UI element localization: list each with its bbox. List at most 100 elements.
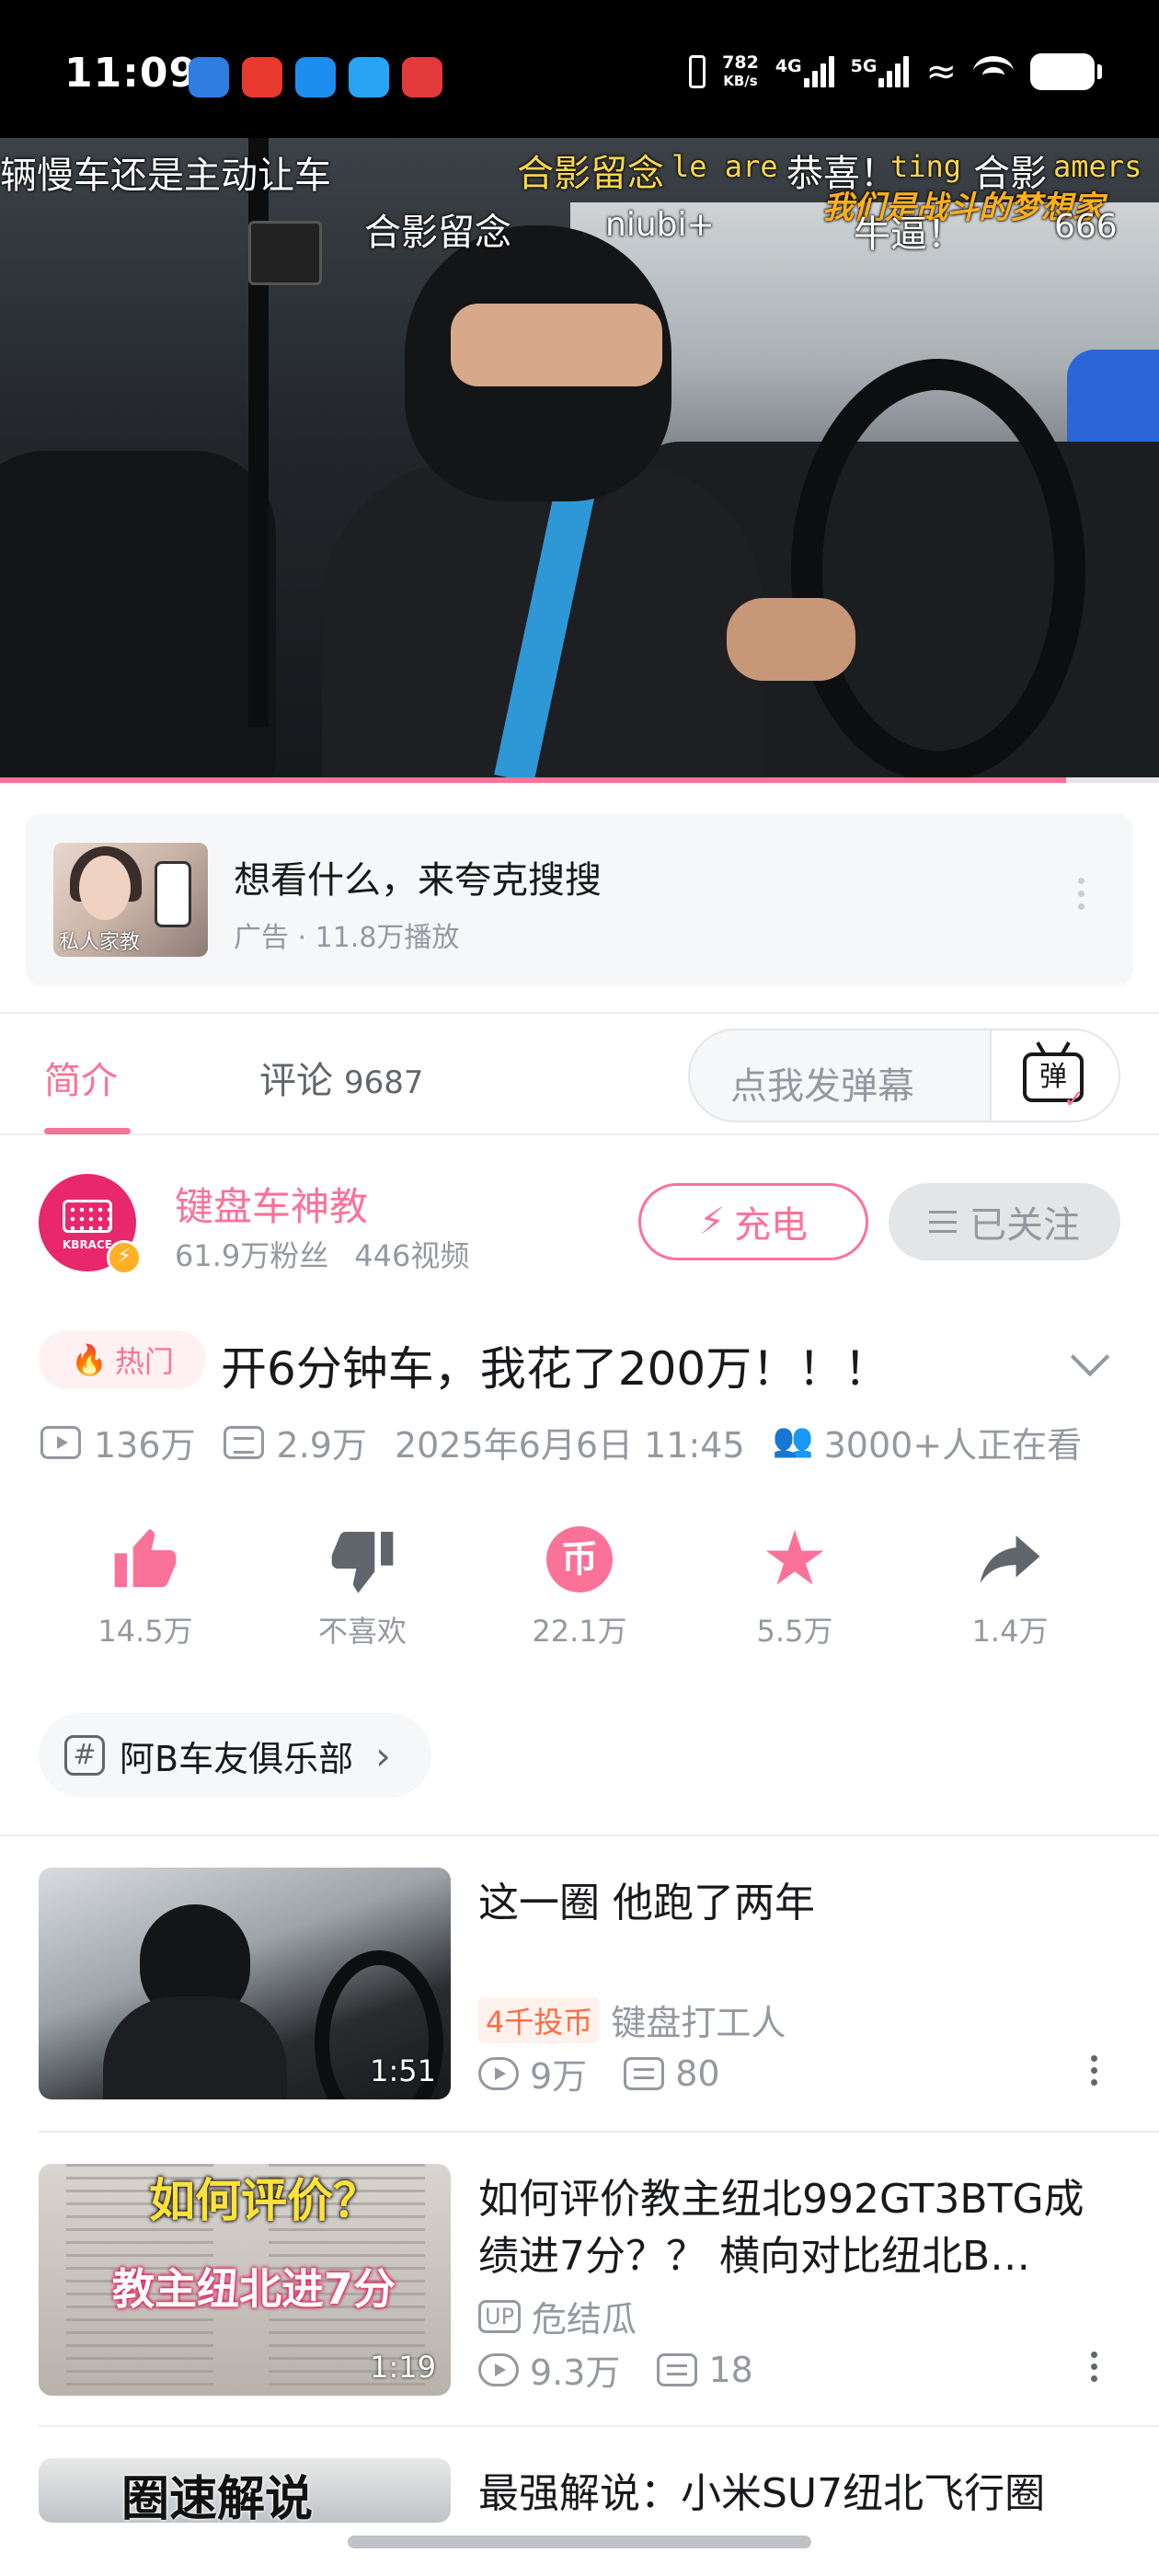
related-video-title: 如何评价教主纽北992GT3BTG成绩进7分？？ 横向对比纽北B… — [478, 2176, 1084, 2280]
danmaku-input[interactable]: 点我发弹幕 弹 ✓ — [688, 1029, 1120, 1122]
topic-tag[interactable]: # 阿B车友俱乐部 › — [39, 1713, 431, 1798]
up-badge: UP — [478, 2299, 522, 2333]
video-scene — [451, 304, 662, 386]
chevron-down-icon[interactable] — [1070, 1337, 1110, 1377]
share-icon — [927, 1518, 1093, 1601]
thumbnail-text: 如何评价？ — [149, 2174, 379, 2227]
signal-bars-icon — [803, 56, 834, 87]
app-notification-icon — [402, 57, 442, 98]
watching-count: 3000+人正在看 — [823, 1425, 1083, 1466]
uploader-videos: 446视频 — [354, 1238, 470, 1273]
danmaku-comment: 牛逼！ — [854, 213, 964, 256]
thumbnail-text: 圈速解说 — [121, 2472, 314, 2523]
home-indicator[interactable] — [348, 2536, 811, 2548]
related-video-meta: 9万 80 — [478, 2048, 720, 2099]
section-divider — [0, 1834, 1159, 1836]
video-scene — [0, 451, 276, 782]
more-options-icon[interactable] — [1091, 2352, 1098, 2382]
charge-button[interactable]: ⚡ 充电 — [638, 1183, 868, 1260]
related-video-thumbnail: 圈速解说 — [39, 2458, 451, 2523]
charge-button-label: 充电 — [734, 1204, 809, 1247]
thumbnail-text: 教主纽北进7分 — [112, 2264, 396, 2314]
vibrate-icon — [689, 55, 706, 88]
ad-card[interactable]: 私人家教 想看什么，来夸克搜搜 广告 · 11.8万播放 — [26, 813, 1133, 986]
more-options-icon[interactable] — [1078, 878, 1085, 910]
uploader-name[interactable]: 键盘车神教 — [175, 1176, 368, 1232]
video-duration: 1:19 — [370, 2350, 436, 2385]
ad-title: 想看什么，来夸克搜搜 — [234, 859, 602, 902]
lightning-badge-icon: ⚡ — [107, 1240, 142, 1275]
tab-comments-label: 评论 — [259, 1060, 333, 1102]
ad-thumbnail-art — [79, 856, 131, 920]
network-type-label: 5G — [850, 56, 878, 76]
follow-button-label: 已关注 — [970, 1204, 1080, 1247]
danmaku-count-icon — [657, 2352, 698, 2386]
topic-tag-label: 阿B车友俱乐部 — [120, 1738, 354, 1779]
check-icon: ✓ — [1063, 1084, 1085, 1114]
view-count: 136万 — [94, 1425, 196, 1466]
video-progress-fill — [0, 777, 1067, 783]
thumbnail-art — [103, 1996, 287, 2099]
tab-active-indicator — [44, 1128, 131, 1134]
video-progress-bar[interactable] — [0, 777, 1159, 783]
ad-thumbnail-art — [155, 861, 191, 927]
dislike-label: 不喜欢 — [317, 1614, 407, 1649]
uploader-name: 危结瓜 — [532, 2299, 637, 2340]
play-count-icon — [478, 2352, 519, 2386]
dislike-button[interactable]: 不喜欢 — [280, 1518, 445, 1650]
network-speed-value: 782 — [722, 52, 759, 73]
video-scene — [727, 598, 855, 681]
tab-bar: 简介 评论 9687 点我发弹幕 弹 ✓ — [0, 1012, 1159, 1135]
related-video-item[interactable]: 圈速解说 最强解说：小米SU7纽北飞行圈 — [0, 2458, 1159, 2523]
signal-4g: 4G — [775, 56, 834, 87]
tab-comments[interactable]: 评论 9687 — [259, 1051, 424, 1104]
network-speed-unit: KB/s — [723, 73, 758, 89]
signal-5g: 5G — [851, 56, 910, 87]
danmaku-comment: amers — [1053, 149, 1142, 184]
related-video-thumbnail: 如何评价？ 教主纽北进7分 1:19 — [39, 2164, 451, 2396]
danmaku-comment: ting — [890, 149, 962, 184]
coin-badge: 4千投币 — [478, 1996, 601, 2043]
notification-icons — [189, 57, 442, 98]
tab-intro[interactable]: 简介 — [44, 1051, 118, 1104]
lightning-icon: ⚡ — [698, 1201, 726, 1243]
people-icon: 👥 — [772, 1420, 814, 1459]
video-scene — [248, 221, 322, 285]
uploader-avatar[interactable]: KBRACE ⚡ — [39, 1174, 142, 1275]
play-count-icon — [40, 1425, 81, 1459]
ad-thumbnail: 私人家教 — [53, 843, 208, 957]
video-meta: 136万 2.9万 2025年6月6日 11:45 👥 3000+人正在看 — [40, 1417, 1082, 1467]
follow-button[interactable]: 已关注 — [889, 1183, 1120, 1260]
related-video-title: 最强解说：小米SU7纽北飞行圈 — [478, 2470, 1046, 2517]
hot-badge[interactable]: 🔥 热门 — [39, 1330, 206, 1389]
danmaku-toggle-button[interactable]: 弹 ✓ — [990, 1030, 1119, 1121]
related-video-item[interactable]: 如何评价？ 教主纽北进7分 1:19 如何评价教主纽北992GT3BTG成绩进7… — [0, 2164, 1159, 2460]
danmaku-comment: 合影留念 — [364, 212, 511, 254]
coin-button[interactable]: 币 22.1万 — [497, 1518, 662, 1650]
like-count: 14.5万 — [98, 1614, 193, 1649]
dislike-icon — [280, 1518, 445, 1601]
keyboard-icon — [63, 1200, 112, 1233]
uploader-stats: 61.9万粉丝 446视频 — [175, 1233, 469, 1275]
view-count: 9.3万 — [530, 2352, 621, 2393]
status-time: 11:09 — [64, 50, 199, 97]
share-button[interactable]: 1.4万 — [927, 1518, 1093, 1650]
related-video-uploader: UP 危结瓜 — [478, 2291, 637, 2341]
danmaku-comment: 合影留念 — [517, 153, 664, 195]
like-button[interactable]: 14.5万 — [63, 1518, 228, 1650]
video-player[interactable]: 辆慢车还是主动让车 合影留念 le are 恭喜！ ting 合影 amers … — [0, 138, 1159, 782]
chevron-right-icon: › — [375, 1732, 391, 1778]
weibo-icon — [242, 57, 282, 98]
related-video-item[interactable]: 1:51 这一圈 他跑了两年 4千投币 键盘打工人 9万 80 — [0, 1868, 1159, 2164]
wifi-icon — [973, 56, 1014, 87]
danmaku-comment: 辆慢车还是主动让车 — [0, 155, 331, 197]
favorite-button[interactable]: ★ 5.5万 — [712, 1518, 878, 1650]
related-video-title: 这一圈 他跑了两年 — [478, 1880, 815, 1926]
related-video-meta: 9.3万 18 — [478, 2344, 753, 2395]
status-bar: 11:09 782 KB/s 4G 5G ≈ — [0, 0, 1159, 138]
view-count: 9万 — [530, 2056, 588, 2097]
flame-icon: 🔥 — [71, 1342, 108, 1377]
danmaku-count-icon — [624, 2056, 665, 2090]
more-options-icon[interactable] — [1091, 2055, 1098, 2086]
danmaku-count: 80 — [675, 2053, 720, 2094]
